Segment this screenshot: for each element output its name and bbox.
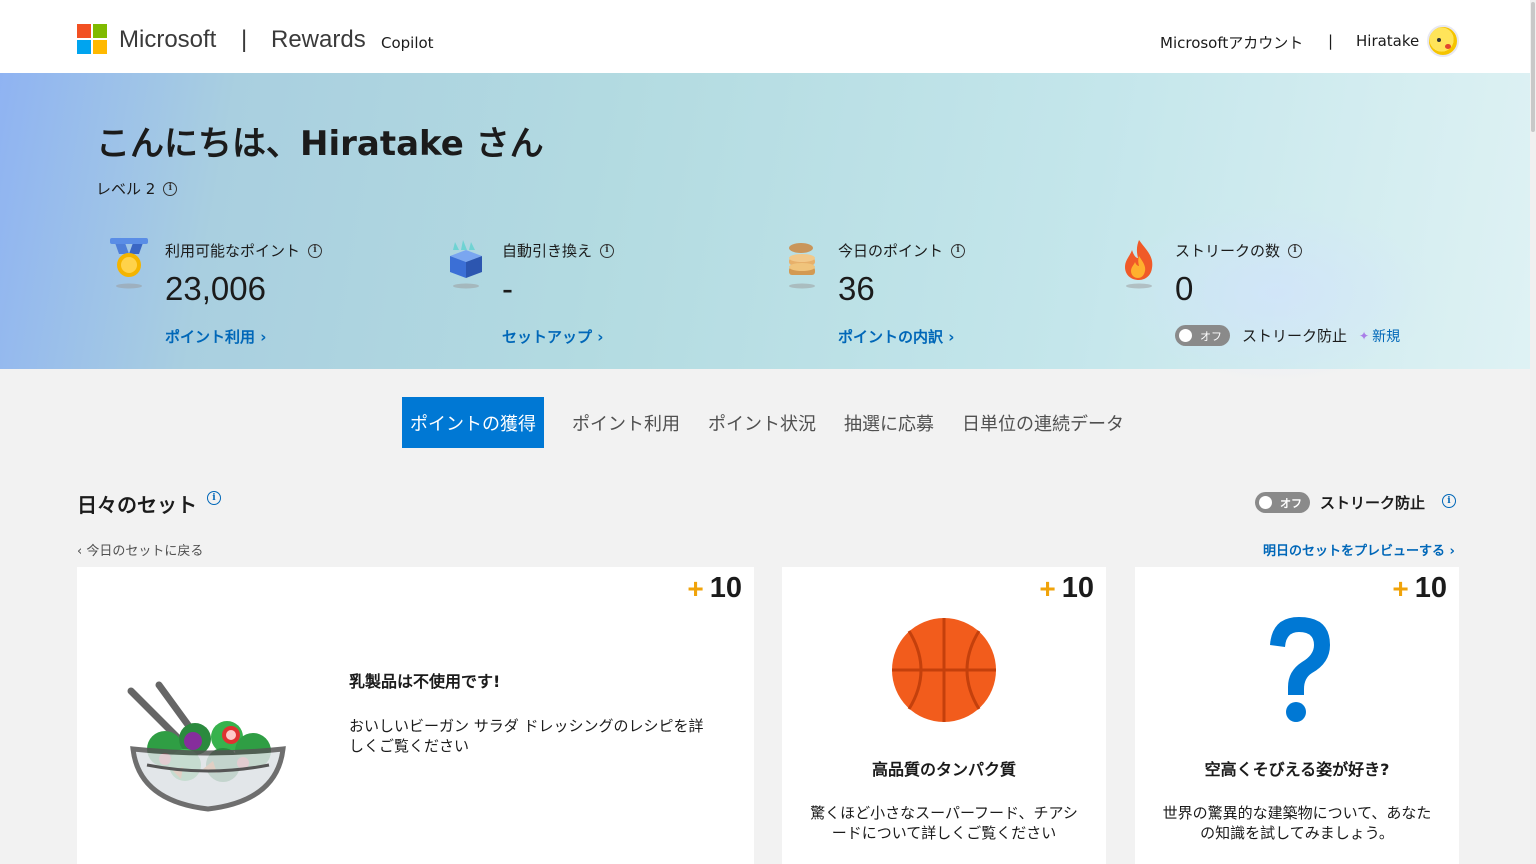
- tab-sweepstakes[interactable]: 抽選に応募: [830, 397, 948, 448]
- flame-icon: [1125, 240, 1153, 289]
- card-title: 空高くそびえる姿が好き?: [1204, 760, 1390, 779]
- gift-box-icon: [450, 240, 482, 289]
- stat-label: ストリークの数: [1175, 242, 1281, 260]
- stat-label: 利用可能なポイント: [165, 242, 301, 260]
- info-icon[interactable]: i: [308, 243, 323, 258]
- top-bar: Microsoft | Rewards Copilot Microsoftアカウ…: [0, 0, 1536, 73]
- brand-name[interactable]: Microsoft: [119, 26, 216, 54]
- redeem-points-link[interactable]: ポイント利用 ›: [165, 326, 266, 347]
- tab-earn-points[interactable]: ポイントの獲得: [402, 397, 544, 448]
- card-description: 驚くほど小さなスーパーフード、チアシードについて詳しくご覧ください: [810, 804, 1078, 842]
- daily-set-card[interactable]: + 10 高品質のタンパク質 驚くほど小さなスーパーフード、チアシードについて詳…: [782, 567, 1106, 864]
- stat-value: 23,006: [165, 270, 266, 307]
- streak-protection-toggle[interactable]: オフ: [1255, 492, 1310, 513]
- daily-streak-protection: オフ ストリーク防止: [1255, 492, 1425, 513]
- streak-protection-label: ストリーク防止: [1320, 494, 1426, 512]
- salad-bowl-icon: [127, 681, 286, 812]
- tab-daily-streak[interactable]: 日単位の連続データ: [948, 397, 1138, 448]
- question-mark-icon: [1270, 617, 1330, 722]
- points-badge: + 10: [1039, 572, 1094, 604]
- avatar[interactable]: [1427, 25, 1459, 57]
- basketball-icon: [892, 618, 996, 722]
- coin-stack-icon: [789, 243, 815, 289]
- account-separator: |: [1328, 32, 1334, 50]
- level-text: レベル 2: [96, 180, 156, 198]
- medal-icon: [110, 238, 148, 289]
- daily-set-card[interactable]: + 10 乳製品は不使用です! おいしいビーガン サラダ ドレッシングのレシピを…: [77, 567, 754, 864]
- card-title: 高品質のタンパク質: [871, 760, 1016, 779]
- info-icon[interactable]: i: [1442, 494, 1456, 508]
- scrollbar[interactable]: [1530, 0, 1536, 864]
- info-icon[interactable]: i: [1288, 243, 1303, 258]
- plus-icon: +: [1392, 572, 1409, 604]
- sparkle-icon: ✦: [1359, 328, 1370, 343]
- account-link[interactable]: Microsoftアカウント: [1160, 32, 1303, 53]
- daily-set-card[interactable]: + 10 空高くそびえる姿が好き? 世界の驚異的な建築物について、あなたの知識を…: [1135, 567, 1459, 864]
- back-to-today-link[interactable]: ‹ 今日のセットに戻る: [77, 540, 203, 559]
- card-title: 乳製品は不使用です!: [349, 672, 501, 691]
- stat-label: 自動引き換え: [502, 242, 593, 260]
- new-badge: ✦ 新規: [1359, 328, 1401, 345]
- microsoft-logo-icon[interactable]: [77, 24, 107, 54]
- brand-separator: |: [241, 26, 248, 53]
- daily-set-title: 日々のセット i: [77, 489, 221, 518]
- scrollbar-thumb[interactable]: [1531, 2, 1535, 132]
- stat-label: 今日のポイント: [838, 242, 944, 260]
- setup-link[interactable]: セットアップ ›: [502, 326, 603, 347]
- info-icon[interactable]: i: [600, 243, 615, 258]
- copilot-link[interactable]: Copilot: [381, 34, 434, 52]
- tab-bar: ポイントの獲得 ポイント利用 ポイント状況 抽選に応募 日単位の連続データ: [402, 397, 1138, 448]
- plus-icon: +: [687, 572, 704, 604]
- info-icon[interactable]: i: [951, 243, 966, 258]
- streak-protection-toggle[interactable]: オフ: [1175, 325, 1230, 346]
- plus-icon: +: [1039, 572, 1056, 604]
- stat-value: -: [502, 270, 513, 307]
- tab-points-status[interactable]: ポイント状況: [694, 397, 830, 448]
- points-breakdown-link[interactable]: ポイントの内訳 ›: [838, 326, 954, 347]
- info-icon[interactable]: i: [163, 181, 178, 196]
- stat-value: 0: [1175, 270, 1194, 307]
- level-indicator: レベル 2 i: [96, 178, 178, 199]
- stat-value: 36: [838, 270, 875, 307]
- tab-redeem[interactable]: ポイント利用: [558, 397, 694, 448]
- card-description: 世界の驚異的な建築物について、あなたの知識を試してみましょう。: [1162, 804, 1432, 842]
- product-name[interactable]: Rewards: [271, 26, 366, 54]
- greeting-title: こんにちは、Hiratake さん: [96, 124, 544, 164]
- preview-tomorrow-link[interactable]: 明日のセットをプレビューする ›: [1263, 540, 1455, 559]
- streak-protection-label: ストリーク防止: [1242, 327, 1348, 345]
- info-icon[interactable]: i: [207, 491, 221, 505]
- card-description: おいしいビーガン サラダ ドレッシングのレシピを詳しくご覧ください: [349, 717, 704, 755]
- points-badge: + 10: [1392, 572, 1447, 604]
- username[interactable]: Hiratake: [1356, 32, 1419, 50]
- points-badge: + 10: [687, 572, 742, 604]
